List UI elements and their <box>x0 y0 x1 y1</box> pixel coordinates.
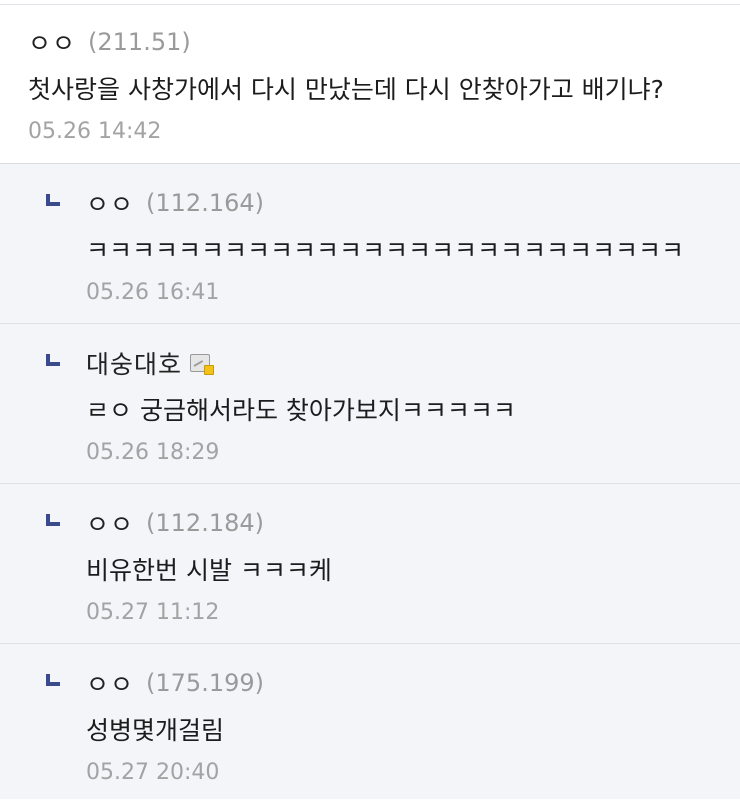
reply-nickname[interactable]: 대숭대호 <box>86 345 182 381</box>
comment-date: 05.26 14:42 <box>28 119 162 144</box>
comment-text: 첫사랑을 사창가에서 다시 만났는데 다시 안찾아가고 배기냐? <box>28 75 664 104</box>
reply-header: ㅇㅇ (112.164) <box>86 186 740 220</box>
reply-arrow-icon <box>46 514 60 526</box>
comment-ip: (211.51) <box>88 28 191 56</box>
reply-arrow-icon <box>46 674 60 686</box>
reply-nickname[interactable]: ㅇㅇ <box>86 665 134 701</box>
reply-arrow-icon <box>46 354 60 366</box>
reply-item: 대숭대호 ㄹㅇ 궁금해서라도 찾아가보지ㅋㅋㅋㅋㅋ 05.26 18:29 <box>0 324 740 484</box>
reply-date: 05.26 16:41 <box>86 280 220 305</box>
reply-header: 대숭대호 <box>86 346 740 380</box>
reply-date: 05.26 18:29 <box>86 440 220 465</box>
reply-date: 05.27 20:40 <box>86 760 220 785</box>
comment-header: ㅇㅇ (211.51) <box>28 25 740 59</box>
reply-text: 비유한번 시발 ㅋㅋㅋ케 <box>86 556 332 585</box>
reply-nickname[interactable]: ㅇㅇ <box>86 505 134 541</box>
reply-header: ㅇㅇ (112.184) <box>86 506 740 540</box>
reply-item: ㅇㅇ (175.199) 성병몇개걸림 05.27 20:40 <box>0 644 740 799</box>
reply-text: ㅋㅋㅋㅋㅋㅋㅋㅋㅋㅋㅋㅋㅋㅋㅋㅋㅋㅋㅋㅋㅋㅋㅋㅋㅋㅋ <box>86 236 685 265</box>
reply-item: ㅇㅇ (112.164) ㅋㅋㅋㅋㅋㅋㅋㅋㅋㅋㅋㅋㅋㅋㅋㅋㅋㅋㅋㅋㅋㅋㅋㅋㅋㅋ … <box>0 164 740 324</box>
comment-thread: ㅇㅇ (211.51) 첫사랑을 사창가에서 다시 만났는데 다시 안찾아가고 … <box>0 0 740 800</box>
reply-date: 05.27 11:12 <box>86 600 220 625</box>
comment-nickname[interactable]: ㅇㅇ <box>28 24 76 60</box>
reply-text: 성병몇개걸림 <box>86 716 225 745</box>
reply-nickname[interactable]: ㅇㅇ <box>86 185 134 221</box>
reply-arrow-icon <box>46 194 60 206</box>
comment: ㅇㅇ (211.51) 첫사랑을 사창가에서 다시 만났는데 다시 안찾아가고 … <box>0 5 740 164</box>
reply-header: ㅇㅇ (175.199) <box>86 666 740 700</box>
reply-ip: (175.199) <box>146 669 264 697</box>
reply-text: ㄹㅇ 궁금해서라도 찾아가보지ㅋㅋㅋㅋㅋ <box>86 396 516 425</box>
reply-item: ㅇㅇ (112.184) 비유한번 시발 ㅋㅋㅋ케 05.27 11:12 <box>0 484 740 644</box>
reply-ip: (112.164) <box>146 189 264 217</box>
fixed-nick-member-icon[interactable] <box>190 354 215 375</box>
reply-ip: (112.184) <box>146 509 264 537</box>
